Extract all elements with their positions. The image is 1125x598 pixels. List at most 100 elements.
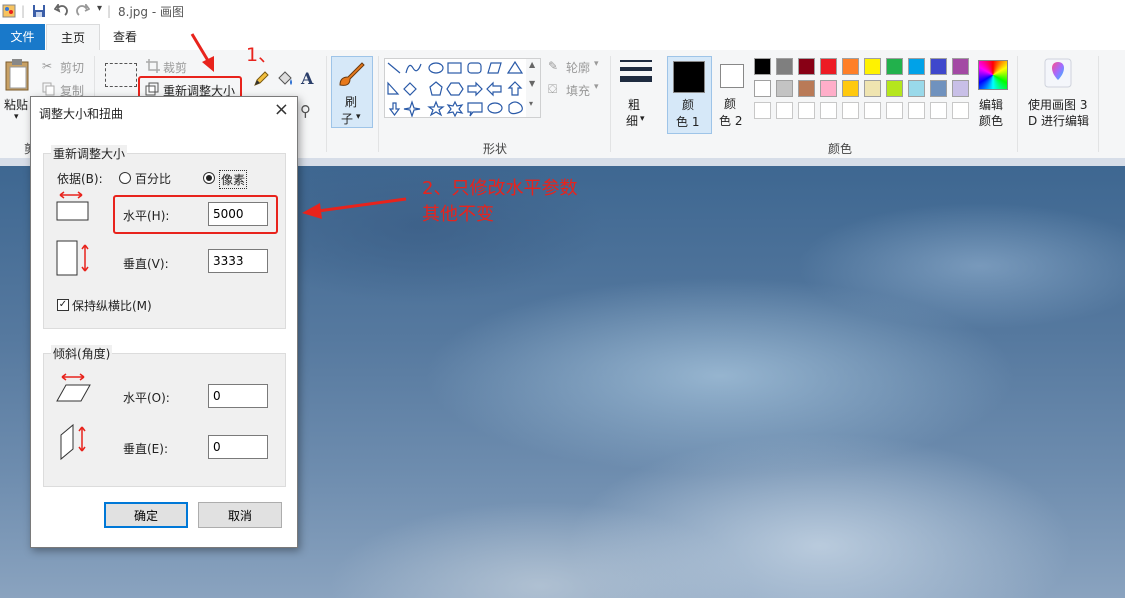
magnifier-icon[interactable]: ⚲ xyxy=(300,102,311,120)
cancel-button[interactable]: 取消 xyxy=(198,502,282,528)
palette-custom-swatch[interactable] xyxy=(798,102,815,119)
palette-swatch[interactable] xyxy=(908,80,925,97)
resize-by-label: 依据(B): xyxy=(57,172,103,186)
outline-brush-icon: ✎ xyxy=(548,59,559,73)
palette-swatch[interactable] xyxy=(754,58,771,75)
edit-colors-rainbow-icon[interactable] xyxy=(978,60,1008,90)
palette-swatch[interactable] xyxy=(842,58,859,75)
paste-label[interactable]: 粘贴 xyxy=(4,96,28,113)
tab-home[interactable]: 主页 xyxy=(46,24,100,51)
title-bar: | ▾ | 8.jpg - 画图 xyxy=(0,0,1125,24)
keep-aspect-label[interactable]: 保持纵横比(M) xyxy=(72,297,152,314)
outline-dropdown[interactable]: 轮廓 xyxy=(566,59,590,76)
tab-view[interactable]: 查看 xyxy=(104,24,146,50)
quick-access-dropdown-icon[interactable]: ▾ xyxy=(97,3,102,14)
tab-file[interactable]: 文件 xyxy=(0,24,45,50)
ribbon-separator xyxy=(1017,56,1018,152)
palette-custom-swatch[interactable] xyxy=(754,102,771,119)
dialog-title: 调整大小和扭曲 xyxy=(39,107,124,121)
pixels-radio-label[interactable]: 像素 xyxy=(219,170,248,189)
paste-dropdown-icon[interactable]: ▾ xyxy=(14,112,19,122)
palette-swatch[interactable] xyxy=(952,58,969,75)
color2-button[interactable]: 颜 色 2 xyxy=(714,56,750,132)
keep-aspect-checkbox[interactable]: ✓ xyxy=(57,299,69,311)
palette-swatch[interactable] xyxy=(820,80,837,97)
palette-swatch[interactable] xyxy=(864,58,881,75)
save-icon[interactable] xyxy=(32,4,46,18)
resize-skew-dialog: 调整大小和扭曲 × 重新调整大小 依据(B): 百分比 像素 水平(H): 垂直… xyxy=(30,96,298,548)
percent-radio[interactable] xyxy=(119,172,131,184)
palette-custom-swatch[interactable] xyxy=(776,102,793,119)
fill-icon: ⛋ xyxy=(548,82,558,96)
skew-vertical-label: 垂直(E): xyxy=(123,442,168,456)
fill-dropdown-icon: ▾ xyxy=(594,82,599,92)
resize-vertical-input[interactable] xyxy=(208,249,268,273)
palette-swatch[interactable] xyxy=(908,58,925,75)
redo-icon[interactable] xyxy=(76,4,90,18)
palette-swatch[interactable] xyxy=(798,80,815,97)
pencil-icon[interactable] xyxy=(252,70,270,88)
size-dropdown-icon: ▾ xyxy=(640,114,645,124)
palette-custom-swatch[interactable] xyxy=(952,102,969,119)
palette-swatch[interactable] xyxy=(864,80,881,97)
color-palette xyxy=(754,58,974,122)
crop-button[interactable]: 裁剪 xyxy=(163,59,187,76)
palette-swatch[interactable] xyxy=(886,80,903,97)
palette-swatch[interactable] xyxy=(952,80,969,97)
skew-section-legend: 倾斜(角度) xyxy=(51,345,113,362)
palette-swatch[interactable] xyxy=(776,58,793,75)
fill-bucket-icon[interactable] xyxy=(276,70,294,88)
palette-swatch[interactable] xyxy=(820,58,837,75)
skew-horizontal-label: 水平(O): xyxy=(123,391,170,405)
edit-colors-label-2[interactable]: 颜色 xyxy=(979,112,1003,129)
shapes-scrollbar[interactable]: ▲ ▼ ▾ xyxy=(526,58,541,118)
ok-button[interactable]: 确定 xyxy=(104,502,188,528)
annotation-step1: 1、 xyxy=(246,44,278,66)
palette-swatch[interactable] xyxy=(798,58,815,75)
shapes-gallery[interactable] xyxy=(384,58,528,118)
shapes-gallery-icons xyxy=(387,60,524,118)
skew-horizontal-input[interactable] xyxy=(208,384,268,408)
annotation-step2-line1: 2、只修改水平参数 xyxy=(422,178,578,199)
palette-custom-swatch[interactable] xyxy=(864,102,881,119)
paint3d-label-1[interactable]: 使用画图 3 xyxy=(1028,96,1087,113)
undo-icon[interactable] xyxy=(54,4,68,18)
skew-horizontal-icon xyxy=(56,373,91,402)
paint3d-icon[interactable] xyxy=(1044,58,1072,88)
palette-custom-swatch[interactable] xyxy=(886,102,903,119)
text-tool-icon[interactable]: A xyxy=(301,69,313,88)
palette-swatch[interactable] xyxy=(776,80,793,97)
palette-swatch[interactable] xyxy=(930,80,947,97)
pixels-radio[interactable] xyxy=(203,172,215,184)
brush-icon xyxy=(339,62,365,86)
select-icon[interactable] xyxy=(105,63,137,87)
palette-custom-swatch[interactable] xyxy=(930,102,947,119)
color2-label-top: 颜 xyxy=(724,97,737,111)
annotation-arrow-2 xyxy=(302,197,407,219)
palette-swatch[interactable] xyxy=(842,80,859,97)
color1-swatch xyxy=(673,61,705,93)
edit-colors-label-1[interactable]: 编辑 xyxy=(979,96,1003,113)
shapes-scroll-up-icon[interactable]: ▲ xyxy=(529,60,535,69)
shapes-expand-icon[interactable]: ▾ xyxy=(529,99,533,108)
paint3d-label-2[interactable]: D 进行编辑 xyxy=(1028,112,1089,129)
cut-button[interactable]: 剪切 xyxy=(60,59,84,76)
dialog-close-button[interactable]: × xyxy=(274,99,289,120)
palette-custom-swatch[interactable] xyxy=(908,102,925,119)
annotation-step2: 2、只修改水平参数 其他不变 xyxy=(422,176,577,228)
titlebar-divider: | xyxy=(21,4,26,18)
skew-vertical-input[interactable] xyxy=(208,435,268,459)
paste-icon[interactable] xyxy=(4,58,32,92)
shapes-scroll-down-icon[interactable]: ▼ xyxy=(529,79,535,88)
percent-radio-label[interactable]: 百分比 xyxy=(135,170,171,187)
fill-dropdown[interactable]: 填充 xyxy=(566,82,590,99)
palette-custom-swatch[interactable] xyxy=(842,102,859,119)
palette-swatch[interactable] xyxy=(754,80,771,97)
palette-swatch[interactable] xyxy=(886,58,903,75)
palette-swatch[interactable] xyxy=(930,58,947,75)
copy-icon xyxy=(42,82,55,96)
color1-button[interactable]: 颜 色 1 xyxy=(667,56,712,134)
palette-custom-swatch[interactable] xyxy=(820,102,837,119)
ribbon-separator xyxy=(326,56,327,152)
brushes-button[interactable]: 刷 子 ▾ xyxy=(331,56,373,128)
